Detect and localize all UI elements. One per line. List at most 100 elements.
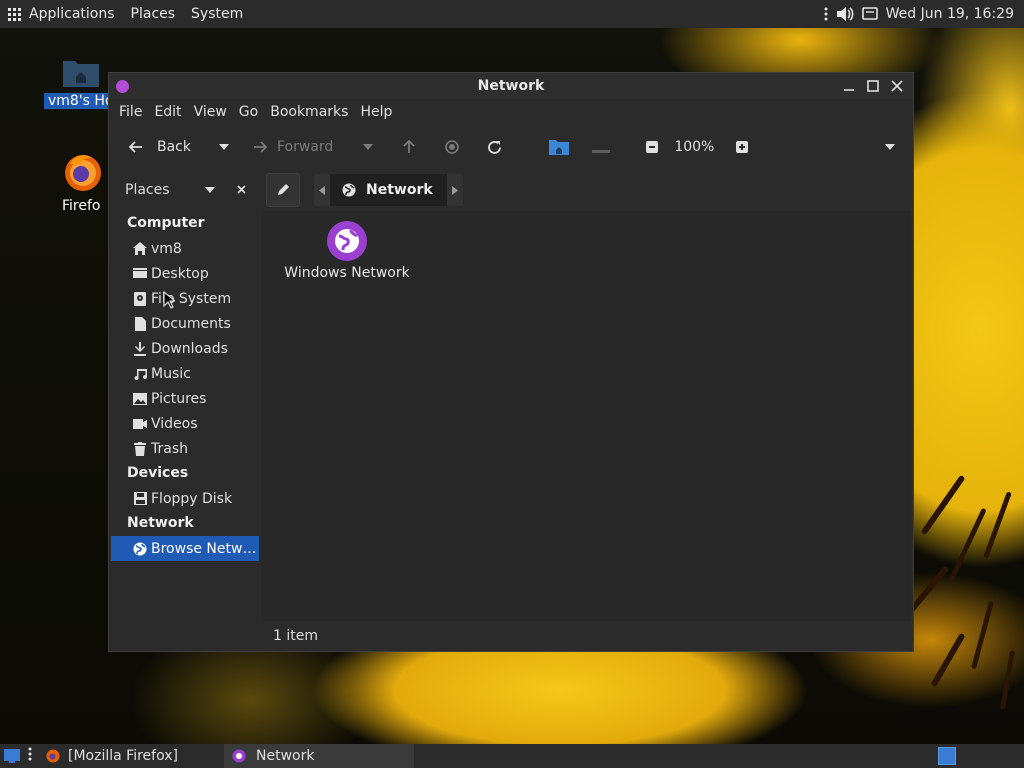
drag-handle-icon	[824, 6, 828, 22]
home-icon	[133, 242, 147, 256]
workspace-switcher-2[interactable]	[958, 747, 1018, 765]
status-text: 1 item	[273, 628, 318, 644]
system-menu[interactable]: System	[183, 0, 251, 28]
sidebar-item-downloads[interactable]: Downloads	[111, 336, 259, 361]
sidebar-item-label: Downloads	[151, 340, 228, 357]
sidebar-item-floppy-disk[interactable]: Floppy Disk	[111, 486, 259, 511]
download-icon	[133, 341, 147, 356]
file-item[interactable]: Windows Network	[275, 221, 419, 281]
menu-go[interactable]: Go	[233, 104, 264, 120]
menu-bookmarks[interactable]: Bookmarks	[264, 104, 354, 120]
sidebar-item-videos[interactable]: Videos	[111, 411, 259, 436]
menu-file[interactable]: File	[113, 104, 148, 120]
globe-icon	[342, 183, 356, 197]
toggle-location-entry-button[interactable]	[266, 173, 300, 207]
close-side-pane-button[interactable]	[237, 182, 246, 198]
path-segment-network[interactable]: Network	[330, 174, 447, 206]
drive-icon	[592, 150, 611, 153]
location-bar: Places Network	[109, 169, 913, 211]
sidebar-item-pictures[interactable]: Pictures	[111, 386, 259, 411]
home-icon-label: vm8's Ho	[44, 93, 118, 109]
menu-view[interactable]: View	[188, 104, 233, 120]
stop-button[interactable]	[445, 140, 460, 154]
sidebar-item-label: vm8	[151, 240, 182, 257]
sidebar-item-trash[interactable]: Trash	[111, 436, 259, 461]
arrow-up-icon	[403, 140, 415, 153]
back-button[interactable]: Back	[129, 139, 191, 155]
path-scroll-right[interactable]	[446, 174, 463, 206]
sidebar-item-browse-network[interactable]: Browse Netw…	[111, 536, 259, 561]
firefox-icon	[62, 150, 104, 194]
reload-icon	[488, 140, 502, 154]
caret-down-icon	[205, 187, 215, 193]
sidebar-item-label: Videos	[151, 415, 198, 432]
task-label: Network	[256, 748, 315, 764]
applications-menu[interactable]: Applications	[0, 0, 123, 28]
sidebar-item-music[interactable]: Music	[111, 361, 259, 386]
close-button[interactable]	[887, 76, 907, 96]
menu-help[interactable]: Help	[354, 104, 398, 120]
top-panel: Applications Places System Wed Jun 19, 1…	[0, 0, 1024, 28]
toolbar-overflow-button[interactable]	[885, 144, 895, 150]
file-manager-window: Network File Edit View Go Bookmarks Help…	[108, 72, 914, 652]
home-folder-icon	[549, 140, 570, 155]
minus-icon	[646, 141, 659, 153]
forward-label: Forward	[277, 139, 334, 155]
side-pane-selector[interactable]: Places	[125, 182, 215, 198]
menu-edit[interactable]: Edit	[148, 104, 187, 120]
display-icon[interactable]	[861, 7, 878, 21]
show-desktop-button[interactable]	[2, 744, 22, 768]
places-selector-label: Places	[125, 182, 170, 198]
system-tray: Wed Jun 19, 16:29	[824, 6, 1024, 22]
workspace-switcher[interactable]	[938, 747, 956, 765]
caret-down-icon	[363, 144, 374, 150]
back-label: Back	[157, 139, 191, 155]
title-bar[interactable]: Network	[109, 73, 913, 99]
desktop-icon-home[interactable]: vm8's Ho	[44, 55, 118, 109]
firefox-icon	[46, 749, 60, 763]
desktop-icon-firefox[interactable]: Firefo	[62, 150, 104, 214]
app-icon	[116, 79, 129, 93]
sidebar-item-label: Browse Netw…	[151, 540, 257, 557]
caret-down-icon	[885, 144, 895, 150]
zoom-out-button[interactable]	[646, 141, 659, 153]
sidebar-heading-computer: Computer	[127, 215, 205, 231]
task-firefox[interactable]: [Mozilla Firefox]	[38, 744, 224, 768]
computer-button[interactable]	[590, 138, 612, 156]
volume-icon[interactable]	[836, 6, 854, 22]
stop-icon	[445, 140, 460, 154]
sidebar-item-documents[interactable]: Documents	[111, 311, 259, 336]
reload-button[interactable]	[487, 140, 502, 155]
sidebar-item-label: Desktop	[151, 265, 209, 282]
path-scroll-left[interactable]	[314, 174, 330, 206]
home-folder-icon	[61, 55, 101, 89]
zoom-in-button[interactable]	[736, 141, 749, 153]
path-segment-label: Network	[366, 182, 433, 198]
maximize-button[interactable]	[863, 76, 883, 96]
image-icon	[133, 392, 147, 406]
task-label: [Mozilla Firefox]	[68, 748, 178, 764]
forward-history-dropdown[interactable]	[363, 144, 374, 150]
menu-bar: File Edit View Go Bookmarks Help	[109, 99, 913, 125]
home-button[interactable]	[548, 138, 570, 156]
forward-button[interactable]: Forward	[253, 139, 333, 155]
show-desktop-icon	[4, 749, 20, 763]
back-history-dropdown[interactable]	[219, 144, 229, 150]
task-network[interactable]: Network	[224, 744, 414, 768]
clock[interactable]: Wed Jun 19, 16:29	[886, 6, 1014, 22]
minimize-button[interactable]	[839, 76, 859, 96]
sidebar-item-label: Floppy Disk	[151, 490, 233, 507]
panel-handle-icon	[28, 746, 32, 766]
up-button[interactable]	[403, 140, 415, 154]
places-sidebar: Computer vm8 Desktop File System Documen…	[111, 211, 259, 651]
sidebar-item-file-system[interactable]: File System	[111, 286, 259, 311]
caret-down-icon	[219, 144, 229, 150]
places-menu[interactable]: Places	[123, 0, 184, 28]
sidebar-item-vm8[interactable]: vm8	[111, 236, 259, 261]
drive-icon	[133, 291, 147, 306]
toolbar: Back Forward 100%	[109, 125, 913, 169]
sidebar-item-desktop[interactable]: Desktop	[111, 261, 259, 286]
sidebar-item-label: Pictures	[151, 390, 207, 407]
arrow-right-icon	[254, 141, 267, 153]
globe-icon	[133, 542, 147, 556]
